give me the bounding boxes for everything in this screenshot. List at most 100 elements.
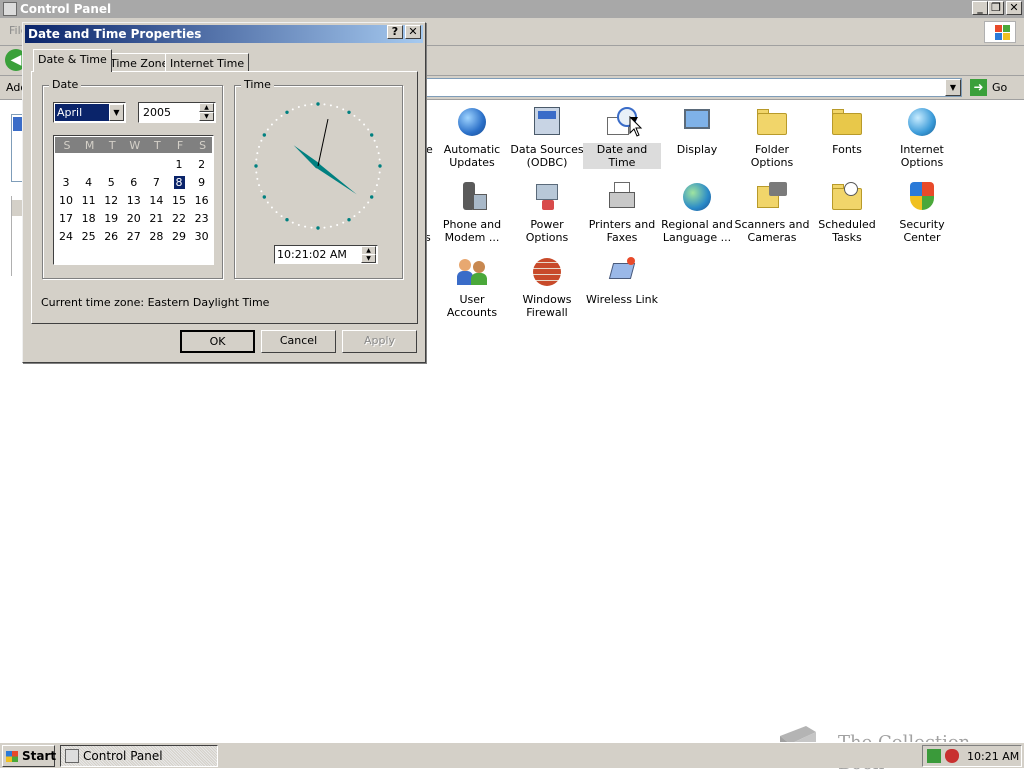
cp-item-display[interactable]: Display [658, 105, 736, 156]
tab-internet-time[interactable]: Internet Time [165, 53, 250, 72]
clock-hour-mark [285, 217, 289, 222]
clock-minute-mark [256, 152, 259, 155]
calendar-day[interactable]: 5 [100, 176, 122, 189]
clock-minute-mark [310, 103, 313, 106]
go-button[interactable]: ➜ Go [968, 78, 1018, 98]
data-sources-icon [530, 105, 564, 139]
network-tray-icon[interactable] [927, 749, 941, 763]
cp-item-printers-and-faxes[interactable]: Printers and Faxes [583, 180, 661, 244]
calendar-day[interactable]: 7 [145, 176, 167, 189]
year-spinner[interactable]: 2005 ▲ ▼ [138, 102, 216, 123]
calendar-day[interactable]: 11 [78, 194, 100, 207]
control-panel-titlebar[interactable]: Control Panel _ ❐ ✕ [0, 0, 1024, 18]
clock-minute-mark [329, 104, 332, 107]
apply-button[interactable]: Apply [342, 330, 417, 353]
calendar-day[interactable]: 29 [168, 230, 190, 243]
calendar-day[interactable]: 10 [55, 194, 77, 207]
start-button[interactable]: Start [2, 745, 56, 767]
calendar-day[interactable]: 16 [191, 194, 213, 207]
cp-item-date-and-time[interactable]: Date and Time [583, 105, 661, 169]
year-up-arrow-icon[interactable]: ▲ [199, 103, 214, 112]
clock-minute-mark [378, 158, 381, 161]
time-spinner[interactable]: 10:21:02 AM ▲ ▼ [274, 245, 378, 264]
cp-item-user-accounts[interactable]: User Accounts [433, 255, 511, 319]
dialog-titlebar[interactable]: Date and Time Properties [25, 25, 423, 43]
clock-hour-mark [378, 164, 382, 168]
restore-button[interactable]: ❐ [988, 1, 1004, 15]
cp-item-fonts[interactable]: Fonts [808, 105, 886, 156]
tab-time-zone[interactable]: Time Zone [105, 53, 174, 72]
cp-item-folder-options[interactable]: Folder Options [733, 105, 811, 169]
cp-item-power-options[interactable]: Power Options [508, 180, 586, 244]
cp-item-phone-and-modem[interactable]: Phone and Modem ... [433, 180, 511, 244]
month-dropdown[interactable]: April ▼ [53, 102, 126, 123]
calendar-day[interactable]: 30 [191, 230, 213, 243]
calendar-day[interactable]: 19 [100, 212, 122, 225]
taskbar-button-control-panel[interactable]: Control Panel [60, 745, 218, 767]
calendar-day[interactable]: 14 [145, 194, 167, 207]
clock-minute-mark [353, 215, 356, 218]
month-calendar[interactable]: SMTWTFS 1 2 3 4 5 6 7 8 9 10 11 12 13 14 15 16 17 18 19 20 2… [53, 135, 214, 265]
calendar-day[interactable]: 2 [191, 158, 213, 171]
calendar-day[interactable]: 17 [55, 212, 77, 225]
calendar-day[interactable]: 27 [123, 230, 145, 243]
chevron-down-icon[interactable]: ▼ [109, 104, 124, 121]
month-value: April [55, 104, 109, 121]
tray-clock[interactable]: 10:21 AM [967, 750, 1019, 763]
clock-hour-mark [369, 195, 374, 199]
calendar-day-selected[interactable]: 8 [168, 176, 190, 189]
printers-and-faxes-icon [605, 180, 639, 214]
year-down-arrow-icon[interactable]: ▼ [199, 112, 214, 121]
calendar-day[interactable]: 12 [100, 194, 122, 207]
clock-minute-mark [323, 226, 326, 229]
internet-options-icon [905, 105, 939, 139]
close-button[interactable]: ✕ [1006, 1, 1022, 15]
security-alert-tray-icon[interactable] [945, 749, 959, 763]
calendar-day[interactable]: 15 [168, 194, 190, 207]
tab-date-and-time[interactable]: Date & Time [33, 49, 112, 72]
clock-minute-mark [291, 221, 294, 224]
control-panel-title: Control Panel [20, 2, 112, 16]
cp-item-internet-options[interactable]: Internet Options [883, 105, 961, 169]
cancel-button[interactable]: Cancel [261, 330, 336, 353]
dialog-title: Date and Time Properties [28, 27, 202, 41]
cp-item-wireless-link[interactable]: Wireless Link [583, 255, 661, 306]
calendar-day[interactable]: 4 [78, 176, 100, 189]
display-icon [680, 105, 714, 139]
calendar-day[interactable]: 3 [55, 176, 77, 189]
cp-item-scheduled-tasks[interactable]: Scheduled Tasks [808, 180, 886, 244]
clock-minute-mark [258, 184, 261, 187]
ok-button[interactable]: OK [180, 330, 255, 353]
calendar-day[interactable]: 21 [145, 212, 167, 225]
clock-hour-mark [316, 102, 320, 106]
cp-item-regional-language[interactable]: Regional and Language ... [658, 180, 736, 244]
weekday-header: F [176, 139, 184, 152]
minimize-button[interactable]: _ [972, 1, 988, 15]
calendar-day[interactable]: 22 [168, 212, 190, 225]
calendar-day[interactable]: 20 [123, 212, 145, 225]
clock-minute-mark [336, 106, 339, 109]
calendar-day[interactable]: 9 [191, 176, 213, 189]
calendar-day[interactable]: 25 [78, 230, 100, 243]
calendar-day[interactable]: 28 [145, 230, 167, 243]
calendar-day[interactable]: 1 [168, 158, 190, 171]
cp-item-windows-firewall[interactable]: Windows Firewall [508, 255, 586, 319]
cp-item-security-center[interactable]: Security Center [883, 180, 961, 244]
clock-minute-mark [367, 201, 370, 204]
help-button[interactable]: ? [387, 25, 403, 39]
calendar-day[interactable]: 26 [100, 230, 122, 243]
clock-minute-mark [291, 108, 294, 111]
security-center-icon [905, 180, 939, 214]
regional-language-icon [680, 180, 714, 214]
calendar-day[interactable]: 24 [55, 230, 77, 243]
calendar-day[interactable]: 18 [78, 212, 100, 225]
time-down-arrow-icon[interactable]: ▼ [361, 254, 376, 263]
cp-item-scanners-cameras[interactable]: Scanners and Cameras [733, 180, 811, 244]
dialog-close-button[interactable]: ✕ [405, 25, 421, 39]
calendar-day[interactable]: 6 [123, 176, 145, 189]
cp-item-data-sources[interactable]: Data Sources (ODBC) [508, 105, 586, 169]
cp-item-automatic-updates[interactable]: Automatic Updates [433, 105, 511, 169]
address-dropdown-button[interactable]: ▼ [945, 79, 961, 96]
calendar-day[interactable]: 23 [191, 212, 213, 225]
calendar-day[interactable]: 13 [123, 194, 145, 207]
